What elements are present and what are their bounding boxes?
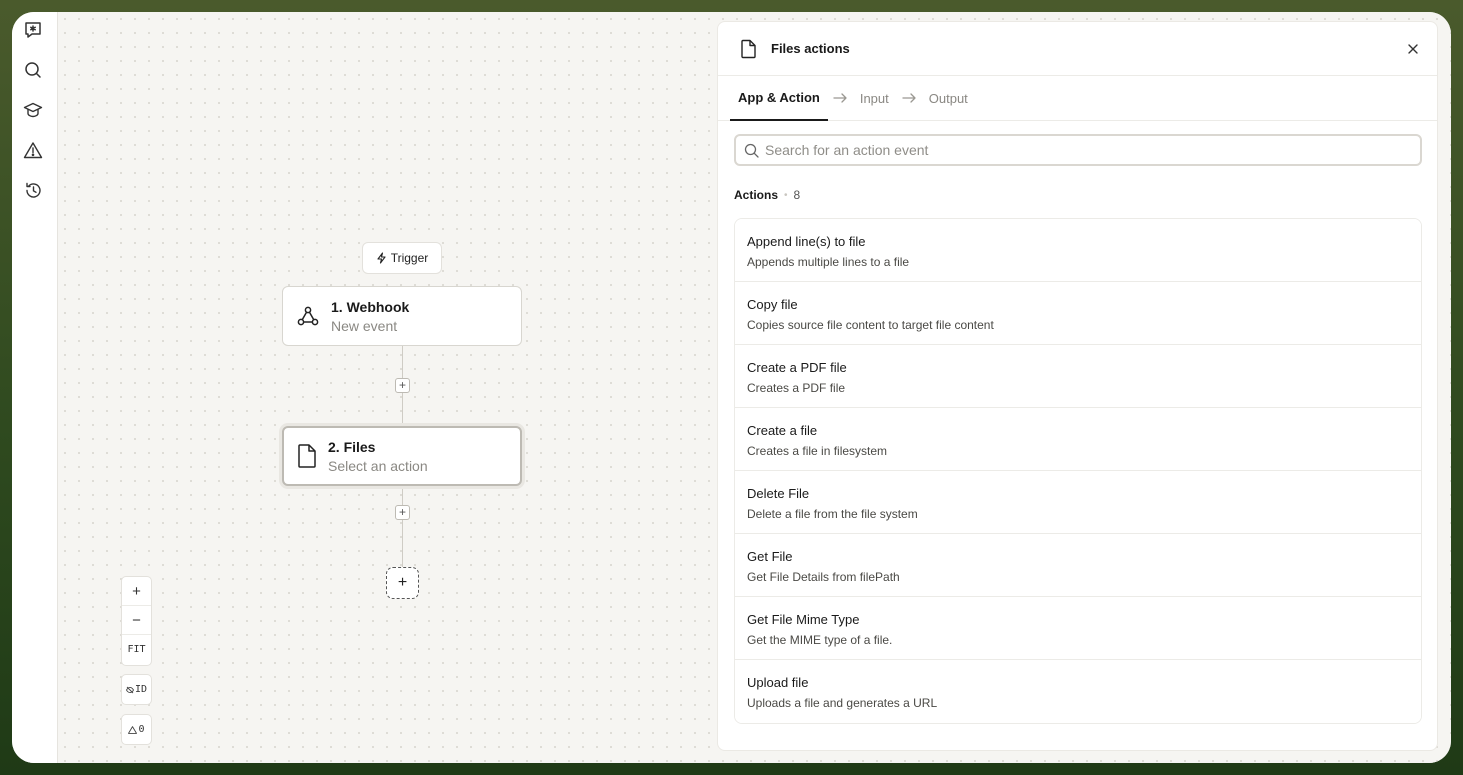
actions-header: Actions • 8 bbox=[734, 188, 800, 202]
node-files[interactable]: 2. Files Select an action bbox=[282, 426, 522, 486]
warning-icon bbox=[128, 725, 138, 734]
action-description: Appends multiple lines to a file bbox=[747, 255, 910, 269]
action-name: Create a file bbox=[747, 423, 818, 438]
step-tabs: App & Action Input Output bbox=[718, 76, 1437, 121]
action-description: Get File Details from filePath bbox=[747, 570, 900, 584]
search-icon[interactable] bbox=[21, 58, 45, 82]
action-description: Get the MIME type of a file. bbox=[747, 633, 893, 647]
zoom-controls: + − FIT bbox=[121, 576, 152, 666]
id-toggle-button[interactable]: ID bbox=[121, 674, 152, 705]
chat-asterisk-icon[interactable] bbox=[21, 18, 45, 42]
trigger-label: Trigger bbox=[390, 251, 429, 265]
warnings-count: 0 bbox=[138, 724, 145, 735]
action-item[interactable]: Create a file Creates a file in filesyst… bbox=[735, 408, 1421, 471]
graduation-cap-icon[interactable] bbox=[21, 98, 45, 122]
action-name: Delete File bbox=[747, 486, 810, 501]
node-webhook[interactable]: 1. Webhook New event bbox=[282, 286, 522, 346]
action-name: Get File Mime Type bbox=[747, 612, 860, 627]
action-description: Copies source file content to target fil… bbox=[747, 318, 994, 332]
file-icon bbox=[298, 444, 316, 468]
action-name: Copy file bbox=[747, 297, 798, 312]
action-description: Uploads a file and generates a URL bbox=[747, 696, 938, 710]
arrow-right-icon bbox=[833, 93, 847, 103]
left-rail bbox=[12, 12, 58, 763]
action-item[interactable]: Get File Mime Type Get the MIME type of … bbox=[735, 597, 1421, 660]
file-icon bbox=[741, 39, 756, 58]
action-name: Append line(s) to file bbox=[747, 234, 866, 249]
zoom-out-button[interactable]: − bbox=[122, 606, 151, 635]
node-title: 2. Files bbox=[328, 438, 376, 455]
action-description: Creates a file in filesystem bbox=[747, 444, 888, 458]
add-step-button[interactable]: + bbox=[386, 567, 419, 599]
tab-app-action[interactable]: App & Action bbox=[730, 76, 828, 121]
files-actions-panel: Files actions App & Action Input Output … bbox=[717, 21, 1438, 751]
action-description: Creates a PDF file bbox=[747, 381, 846, 395]
tab-input[interactable]: Input bbox=[852, 76, 897, 121]
connector-line bbox=[402, 486, 403, 568]
action-name: Upload file bbox=[747, 675, 809, 690]
action-item[interactable]: Create a PDF file Creates a PDF file bbox=[735, 345, 1421, 408]
lightning-icon bbox=[377, 252, 386, 264]
close-icon[interactable] bbox=[1405, 41, 1421, 57]
panel-title: Files actions bbox=[771, 41, 850, 56]
app-window: Trigger 1. Webhook New event + 2. Files … bbox=[12, 12, 1451, 763]
action-list: Append line(s) to file Appends multiple … bbox=[734, 218, 1422, 724]
trigger-chip[interactable]: Trigger bbox=[362, 242, 442, 274]
zoom-in-button[interactable]: + bbox=[122, 577, 151, 606]
node-subtitle: Select an action bbox=[328, 457, 428, 474]
node-title: 1. Webhook bbox=[331, 298, 410, 315]
actions-count: 8 bbox=[793, 188, 801, 202]
action-item[interactable]: Append line(s) to file Appends multiple … bbox=[735, 219, 1421, 282]
warning-icon[interactable] bbox=[21, 138, 45, 162]
arrow-right-icon bbox=[902, 93, 916, 103]
history-icon[interactable] bbox=[21, 178, 45, 202]
action-description: Delete a file from the file system bbox=[747, 507, 918, 521]
actions-label: Actions bbox=[734, 188, 779, 202]
eye-off-icon bbox=[125, 686, 134, 693]
node-subtitle: New event bbox=[331, 317, 398, 334]
zoom-fit-button[interactable]: FIT bbox=[122, 635, 151, 664]
action-name: Create a PDF file bbox=[747, 360, 847, 375]
webhook-icon bbox=[297, 306, 319, 326]
insert-step-button[interactable]: + bbox=[395, 378, 410, 393]
action-search[interactable] bbox=[734, 134, 1422, 166]
action-item[interactable]: Copy file Copies source file content to … bbox=[735, 282, 1421, 345]
action-search-input[interactable] bbox=[765, 142, 1405, 158]
panel-header: Files actions bbox=[718, 22, 1437, 76]
action-name: Get File bbox=[747, 549, 793, 564]
separator-dot: • bbox=[784, 189, 788, 201]
search-icon bbox=[744, 143, 759, 158]
id-toggle-label: ID bbox=[134, 684, 148, 695]
insert-step-button[interactable]: + bbox=[395, 505, 410, 520]
action-item[interactable]: Delete File Delete a file from the file … bbox=[735, 471, 1421, 534]
tab-output[interactable]: Output bbox=[921, 76, 976, 121]
action-item[interactable]: Get File Get File Details from filePath bbox=[735, 534, 1421, 597]
warnings-button[interactable]: 0 bbox=[121, 714, 152, 745]
action-item[interactable]: Upload file Uploads a file and generates… bbox=[735, 660, 1421, 723]
